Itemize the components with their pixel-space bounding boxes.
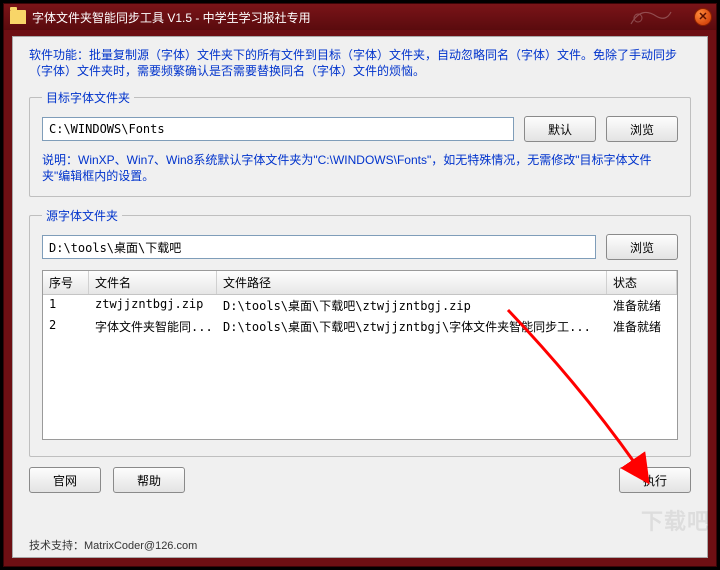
target-folder-group: 目标字体文件夹 默认 浏览 说明：WinXP、Win7、Win8系统默认字体文件… — [29, 89, 691, 197]
bottom-button-row: 官网 帮助 执行 — [29, 467, 691, 493]
folder-icon — [10, 10, 26, 24]
help-button[interactable]: 帮助 — [113, 467, 185, 493]
titlebar-decoration — [626, 4, 676, 30]
target-path-input[interactable] — [42, 117, 514, 141]
titlebar: 字体文件夹智能同步工具 V1.5 - 中学生学习报社专用 ✕ — [4, 4, 716, 30]
col-header-path[interactable]: 文件路径 — [217, 271, 607, 294]
source-browse-button[interactable]: 浏览 — [606, 234, 678, 260]
table-row[interactable]: 2 字体文件夹智能同... D:\tools\桌面\下载吧\ztwjjzntbg… — [43, 316, 677, 337]
col-header-name[interactable]: 文件名 — [89, 271, 217, 294]
target-browse-button[interactable]: 浏览 — [606, 116, 678, 142]
table-row[interactable]: 1 ztwjjzntbgj.zip D:\tools\桌面\下载吧\ztwjjz… — [43, 295, 677, 316]
list-body: 1 ztwjjzntbgj.zip D:\tools\桌面\下载吧\ztwjjz… — [43, 295, 677, 337]
col-header-index[interactable]: 序号 — [43, 271, 89, 294]
source-group-legend: 源字体文件夹 — [42, 207, 122, 224]
list-header: 序号 文件名 文件路径 状态 — [43, 271, 677, 295]
description-text: 软件功能：批量复制源（字体）文件夹下的所有文件到目标（字体）文件夹，自动忽略同名… — [29, 47, 691, 79]
app-window: 字体文件夹智能同步工具 V1.5 - 中学生学习报社专用 ✕ 软件功能：批量复制… — [3, 3, 717, 567]
close-button[interactable]: ✕ — [694, 8, 712, 26]
footer-text: 技术支持：MatrixCoder@126.com — [29, 537, 197, 553]
source-path-input[interactable] — [42, 235, 596, 259]
file-list[interactable]: 序号 文件名 文件路径 状态 1 ztwjjzntbgj.zip D:\tool… — [42, 270, 678, 440]
client-area: 软件功能：批量复制源（字体）文件夹下的所有文件到目标（字体）文件夹，自动忽略同名… — [12, 36, 708, 558]
window-title: 字体文件夹智能同步工具 V1.5 - 中学生学习报社专用 — [32, 9, 311, 26]
website-button[interactable]: 官网 — [29, 467, 101, 493]
source-folder-group: 源字体文件夹 浏览 序号 文件名 文件路径 状态 1 ztwjjzntbgj.z… — [29, 207, 691, 457]
default-button[interactable]: 默认 — [524, 116, 596, 142]
col-header-status[interactable]: 状态 — [607, 271, 677, 294]
target-note-text: 说明：WinXP、Win7、Win8系统默认字体文件夹为"C:\WINDOWS\… — [42, 152, 678, 184]
target-group-legend: 目标字体文件夹 — [42, 89, 134, 106]
execute-button[interactable]: 执行 — [619, 467, 691, 493]
